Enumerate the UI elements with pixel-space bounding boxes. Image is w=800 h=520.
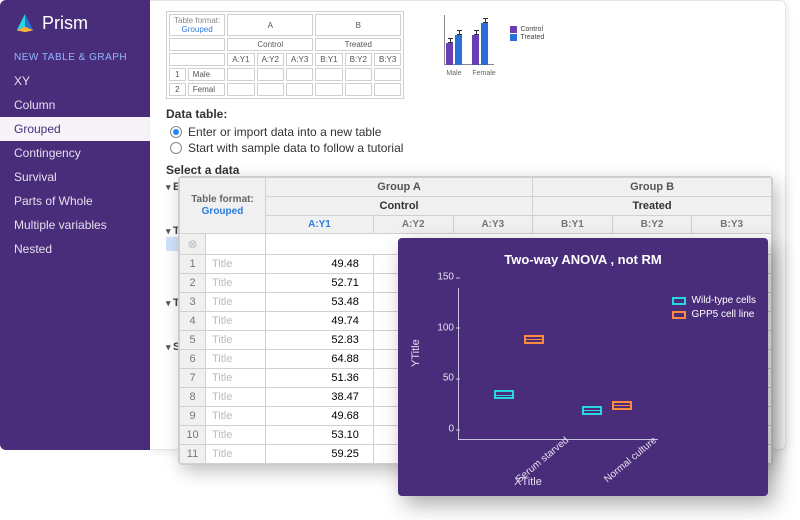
radio-icon — [170, 142, 182, 154]
box-pair — [582, 288, 636, 440]
row-number: 1 — [180, 255, 206, 274]
mini-chart-preview: Male Female Control Treated — [434, 11, 544, 81]
sidebar-nav: XYColumnGroupedContingencySurvivalParts … — [0, 69, 150, 261]
y-tick: 150 — [428, 272, 454, 283]
row-title-cell[interactable]: Title — [206, 255, 266, 274]
radio-icon — [170, 126, 182, 138]
sidebar-item-column[interactable]: Column — [0, 93, 150, 117]
row-title-cell[interactable]: Title — [206, 407, 266, 426]
chart-ylabel: YTitle — [410, 339, 422, 367]
chart-legend: Wild-type cells GPP5 cell line — [672, 292, 756, 323]
col-by3[interactable]: B:Y3 — [692, 216, 772, 234]
row-title-cell[interactable]: Title — [206, 331, 266, 350]
col-ay2[interactable]: A:Y2 — [373, 216, 453, 234]
row-number: 6 — [180, 350, 206, 369]
close-icon[interactable]: ⊗ — [180, 234, 206, 255]
app-logo: Prism — [0, 12, 150, 44]
mini-table-preview: Table format:Grouped A B Control Treated… — [166, 11, 404, 99]
box-marker — [582, 406, 602, 415]
row-title-cell[interactable]: Title — [206, 369, 266, 388]
radio-sample-data[interactable]: Start with sample data to follow a tutor… — [170, 141, 769, 155]
row-title-cell[interactable]: Title — [206, 312, 266, 331]
row-title-cell[interactable]: Title — [206, 293, 266, 312]
box-marker — [524, 335, 544, 344]
app-name: Prism — [42, 13, 88, 34]
table-format-corner: Table format:Grouped — [180, 178, 266, 234]
group-a-name[interactable]: Control — [266, 197, 533, 216]
group-b-name[interactable]: Treated — [533, 197, 772, 216]
row-title-cell[interactable]: Title — [206, 274, 266, 293]
cell[interactable]: 53.48 — [266, 293, 374, 312]
sidebar-item-grouped[interactable]: Grouped — [0, 117, 150, 141]
sidebar-item-xy[interactable]: XY — [0, 69, 150, 93]
cell[interactable]: 52.83 — [266, 331, 374, 350]
row-number: 7 — [180, 369, 206, 388]
group-b-header: Group B — [533, 178, 772, 197]
sidebar-item-contingency[interactable]: Contingency — [0, 141, 150, 165]
cell[interactable]: 64.88 — [266, 350, 374, 369]
col-ay3[interactable]: A:Y3 — [453, 216, 533, 234]
cell[interactable]: 49.48 — [266, 255, 374, 274]
chart-title: Two-way ANOVA , not RM — [398, 238, 768, 273]
row-number: 4 — [180, 312, 206, 331]
cell[interactable]: 52.71 — [266, 274, 374, 293]
col-by1[interactable]: B:Y1 — [533, 216, 613, 234]
prism-logo-icon — [14, 12, 36, 34]
anova-chart: Two-way ANOVA , not RM YTitle 050100150S… — [398, 238, 768, 496]
box-marker — [494, 390, 514, 399]
row-number: 8 — [180, 388, 206, 407]
row-number: 11 — [180, 445, 206, 464]
sidebar-item-nested[interactable]: Nested — [0, 237, 150, 261]
cell[interactable]: 38.47 — [266, 388, 374, 407]
row-number: 9 — [180, 407, 206, 426]
chart-xlabel: XTitle — [398, 476, 658, 488]
row-number: 10 — [180, 426, 206, 445]
radio-new-table[interactable]: Enter or import data into a new table — [170, 125, 769, 139]
data-table-label: Data table: — [166, 107, 769, 121]
sidebar: Prism NEW TABLE & GRAPH XYColumnGroupedC… — [0, 0, 150, 450]
sidebar-item-parts-of-whole[interactable]: Parts of Whole — [0, 189, 150, 213]
cell[interactable]: 49.74 — [266, 312, 374, 331]
y-tick: 100 — [428, 322, 454, 333]
sidebar-item-survival[interactable]: Survival — [0, 165, 150, 189]
row-title-cell[interactable]: Title — [206, 388, 266, 407]
cell[interactable]: 51.36 — [266, 369, 374, 388]
row-number: 2 — [180, 274, 206, 293]
row-number: 5 — [180, 331, 206, 350]
cell[interactable]: 53.10 — [266, 426, 374, 445]
col-by2[interactable]: B:Y2 — [612, 216, 692, 234]
group-a-header: Group A — [266, 178, 533, 197]
box-marker — [612, 401, 632, 410]
sidebar-section-label: NEW TABLE & GRAPH — [0, 44, 150, 69]
col-ay1[interactable]: A:Y1 — [266, 216, 374, 234]
row-title-cell[interactable]: Title — [206, 426, 266, 445]
y-tick: 50 — [428, 373, 454, 384]
y-tick: 0 — [428, 424, 454, 435]
sidebar-item-multiple-variables[interactable]: Multiple variables — [0, 213, 150, 237]
select-data-label: Select a data — [166, 163, 769, 177]
cell[interactable]: 59.25 — [266, 445, 374, 464]
row-number: 3 — [180, 293, 206, 312]
cell[interactable]: 49.68 — [266, 407, 374, 426]
row-title-cell[interactable]: Title — [206, 445, 266, 464]
box-pair — [494, 288, 548, 440]
row-title-cell[interactable]: Title — [206, 350, 266, 369]
